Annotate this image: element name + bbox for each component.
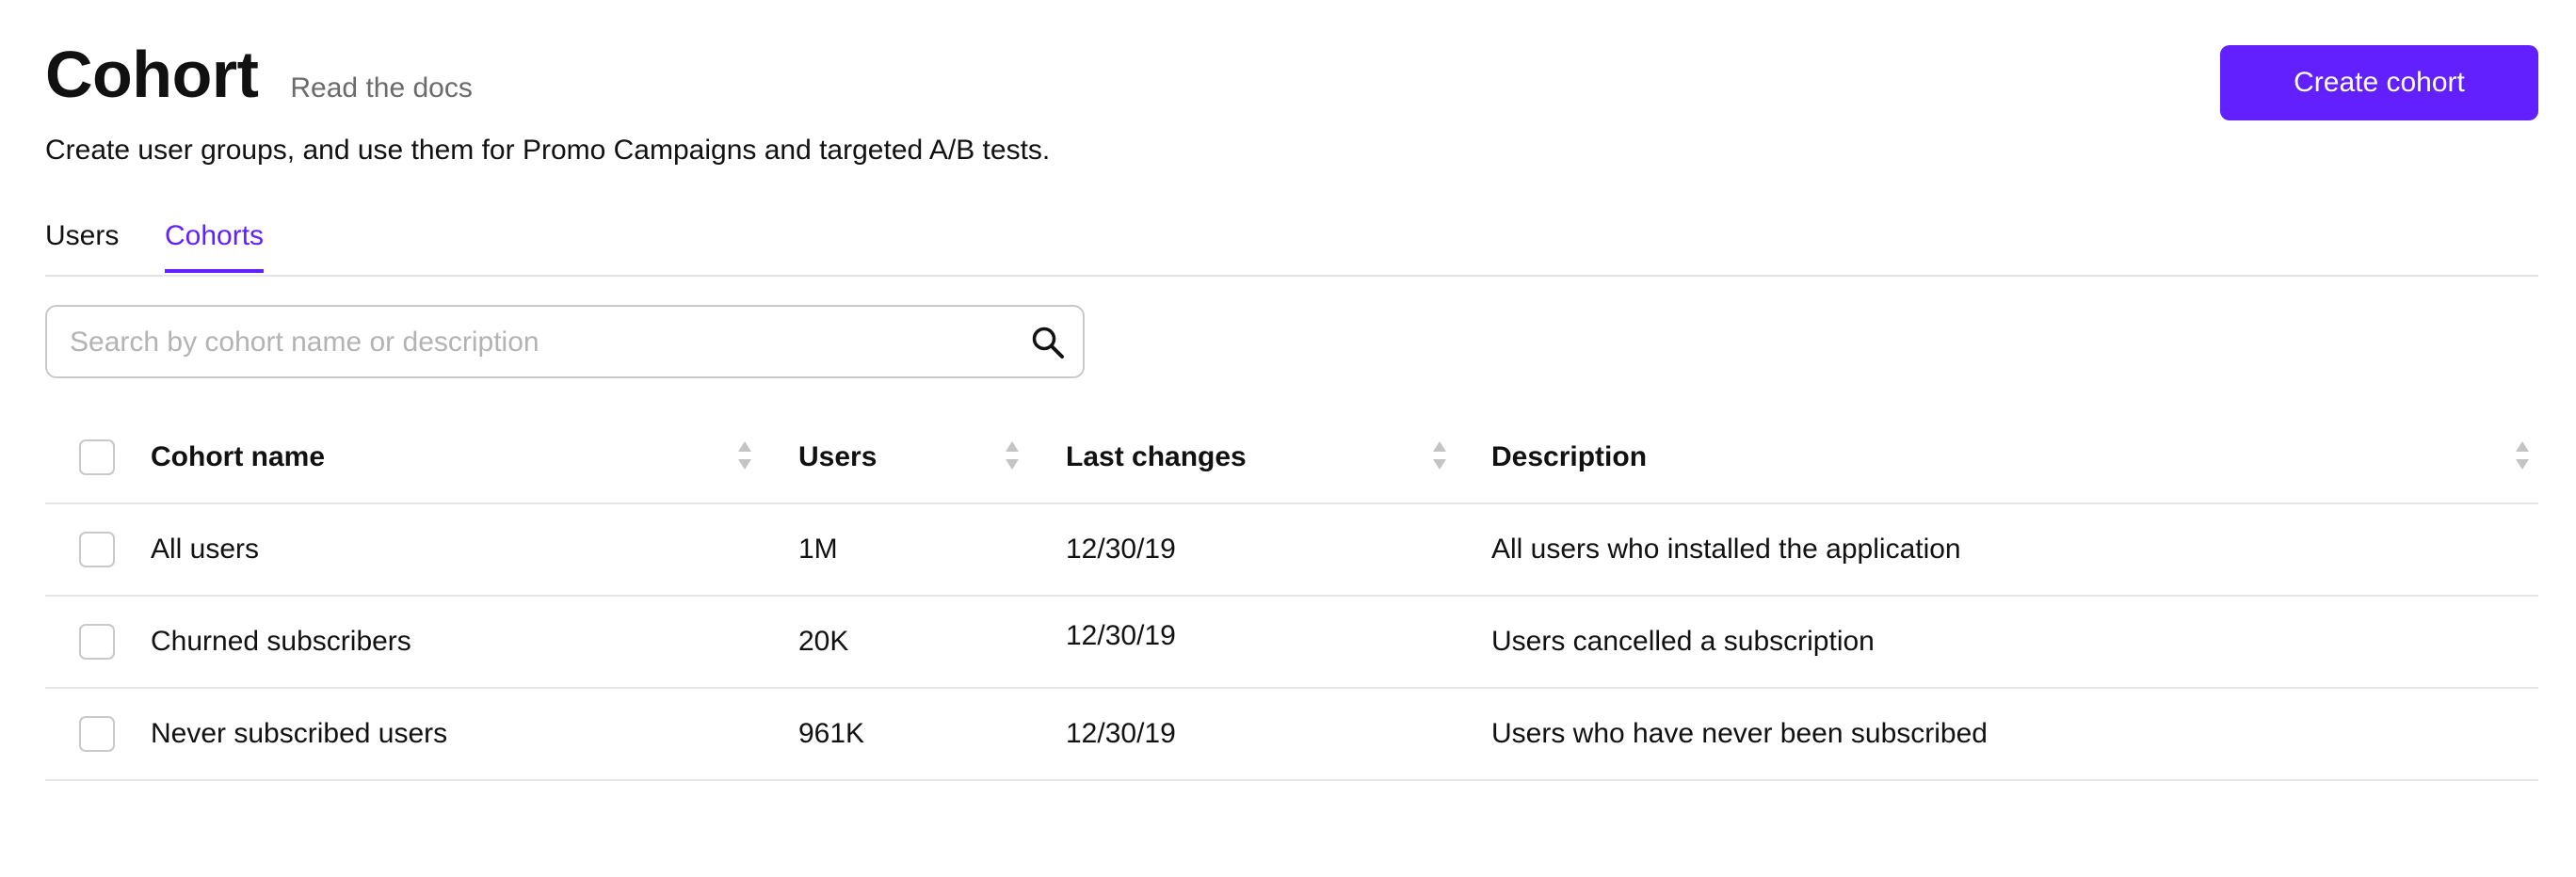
- cohort-name: Never subscribed users: [151, 718, 448, 749]
- cohort-last-changes: 12/30/19: [1066, 718, 1176, 749]
- cohort-name: All users: [151, 534, 260, 565]
- sort-icon[interactable]: [2514, 439, 2531, 471]
- tab-users[interactable]: Users: [45, 220, 119, 269]
- header: Cohort Read the docs: [45, 41, 473, 107]
- column-header-description[interactable]: Description: [1491, 412, 1647, 502]
- row-select-cell: [79, 689, 115, 779]
- column-header-last-changes[interactable]: Last changes: [1066, 412, 1247, 502]
- table-header: Cohort name Users Last changes Descripti…: [45, 412, 2538, 504]
- page-subtitle: Create user groups, and use them for Pro…: [45, 135, 1051, 166]
- cohort-users: 961K: [798, 718, 865, 749]
- sort-icon[interactable]: [1004, 439, 1021, 471]
- table-row[interactable]: Never subscribed users 961K 12/30/19 Use…: [45, 689, 2538, 781]
- select-all-checkbox[interactable]: [79, 439, 115, 475]
- cohort-description: Users cancelled a subscription: [1491, 626, 1875, 657]
- row-checkbox[interactable]: [79, 624, 115, 660]
- create-cohort-button[interactable]: Create cohort: [2220, 45, 2538, 120]
- cohort-description: Users who have never been subscribed: [1491, 718, 1988, 749]
- select-all-cell: [79, 412, 115, 502]
- table-row[interactable]: Churned subscribers 20K 12/30/19 Users c…: [45, 597, 2538, 689]
- row-checkbox[interactable]: [79, 532, 115, 567]
- tab-cohorts[interactable]: Cohorts: [165, 220, 265, 273]
- column-header-cohort-name[interactable]: Cohort name: [151, 412, 325, 502]
- tabs: Users Cohorts: [45, 215, 2538, 277]
- cohort-name: Churned subscribers: [151, 626, 411, 657]
- sort-icon[interactable]: [1431, 439, 1448, 471]
- row-select-cell: [79, 504, 115, 595]
- cohort-users: 20K: [798, 626, 849, 657]
- row-checkbox[interactable]: [79, 716, 115, 752]
- read-docs-link[interactable]: Read the docs: [290, 72, 472, 104]
- column-header-users[interactable]: Users: [798, 412, 877, 502]
- sort-icon[interactable]: [736, 439, 753, 471]
- search-box: [45, 305, 1085, 378]
- cohort-page: Cohort Read the docs Create user groups,…: [0, 0, 2576, 877]
- table-row[interactable]: All users 1M 12/30/19 All users who inst…: [45, 504, 2538, 597]
- search-icon[interactable]: [1030, 325, 1066, 360]
- page-title: Cohort: [45, 38, 259, 111]
- cohort-last-changes: 12/30/19: [1066, 534, 1176, 565]
- cohort-description: All users who installed the application: [1491, 534, 1961, 565]
- cohort-last-changes: 12/30/19: [1066, 620, 1176, 651]
- cohort-users: 1M: [798, 534, 838, 565]
- cohort-table: Cohort name Users Last changes Descripti…: [45, 412, 2538, 781]
- row-select-cell: [79, 597, 115, 687]
- search-input[interactable]: [68, 307, 975, 378]
